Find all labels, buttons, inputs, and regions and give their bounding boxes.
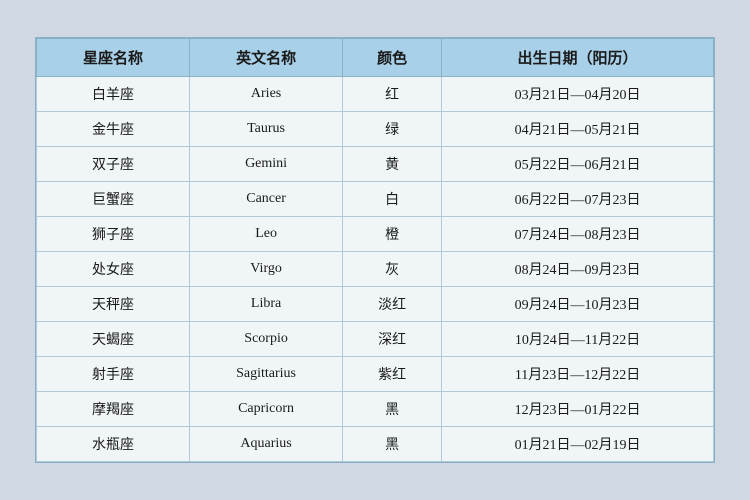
header-en-name: 英文名称 — [190, 39, 343, 77]
cell-zh-name: 白羊座 — [37, 77, 190, 112]
cell-date: 04月21日—05月21日 — [442, 112, 714, 147]
table-row: 水瓶座Aquarius黑01月21日—02月19日 — [37, 427, 714, 462]
cell-color: 红 — [343, 77, 442, 112]
cell-zh-name: 狮子座 — [37, 217, 190, 252]
cell-en-name: Virgo — [190, 252, 343, 287]
zodiac-table-container: 星座名称 英文名称 颜色 出生日期（阳历） 白羊座Aries红03月21日—04… — [35, 37, 715, 463]
table-row: 白羊座Aries红03月21日—04月20日 — [37, 77, 714, 112]
header-date: 出生日期（阳历） — [442, 39, 714, 77]
cell-zh-name: 双子座 — [37, 147, 190, 182]
cell-en-name: Sagittarius — [190, 357, 343, 392]
cell-zh-name: 射手座 — [37, 357, 190, 392]
cell-en-name: Aries — [190, 77, 343, 112]
cell-color: 绿 — [343, 112, 442, 147]
cell-zh-name: 处女座 — [37, 252, 190, 287]
cell-color: 黑 — [343, 392, 442, 427]
cell-date: 01月21日—02月19日 — [442, 427, 714, 462]
cell-color: 橙 — [343, 217, 442, 252]
header-color: 颜色 — [343, 39, 442, 77]
cell-zh-name: 水瓶座 — [37, 427, 190, 462]
cell-color: 黑 — [343, 427, 442, 462]
cell-color: 淡红 — [343, 287, 442, 322]
cell-en-name: Aquarius — [190, 427, 343, 462]
cell-zh-name: 摩羯座 — [37, 392, 190, 427]
cell-date: 03月21日—04月20日 — [442, 77, 714, 112]
cell-color: 白 — [343, 182, 442, 217]
cell-date: 12月23日—01月22日 — [442, 392, 714, 427]
cell-date: 10月24日—11月22日 — [442, 322, 714, 357]
cell-en-name: Taurus — [190, 112, 343, 147]
cell-date: 05月22日—06月21日 — [442, 147, 714, 182]
cell-zh-name: 巨蟹座 — [37, 182, 190, 217]
table-row: 摩羯座Capricorn黑12月23日—01月22日 — [37, 392, 714, 427]
cell-en-name: Scorpio — [190, 322, 343, 357]
cell-color: 黄 — [343, 147, 442, 182]
cell-date: 09月24日—10月23日 — [442, 287, 714, 322]
table-row: 金牛座Taurus绿04月21日—05月21日 — [37, 112, 714, 147]
cell-en-name: Libra — [190, 287, 343, 322]
table-row: 狮子座Leo橙07月24日—08月23日 — [37, 217, 714, 252]
cell-date: 11月23日—12月22日 — [442, 357, 714, 392]
cell-color: 紫红 — [343, 357, 442, 392]
table-row: 巨蟹座Cancer白06月22日—07月23日 — [37, 182, 714, 217]
cell-zh-name: 天秤座 — [37, 287, 190, 322]
zodiac-table: 星座名称 英文名称 颜色 出生日期（阳历） 白羊座Aries红03月21日—04… — [36, 38, 714, 462]
table-row: 天秤座Libra淡红09月24日—10月23日 — [37, 287, 714, 322]
table-row: 天蝎座Scorpio深红10月24日—11月22日 — [37, 322, 714, 357]
cell-en-name: Leo — [190, 217, 343, 252]
cell-color: 深红 — [343, 322, 442, 357]
cell-zh-name: 金牛座 — [37, 112, 190, 147]
cell-en-name: Gemini — [190, 147, 343, 182]
cell-date: 08月24日—09月23日 — [442, 252, 714, 287]
table-header-row: 星座名称 英文名称 颜色 出生日期（阳历） — [37, 39, 714, 77]
cell-en-name: Cancer — [190, 182, 343, 217]
cell-date: 06月22日—07月23日 — [442, 182, 714, 217]
table-row: 射手座Sagittarius紫红11月23日—12月22日 — [37, 357, 714, 392]
table-row: 双子座Gemini黄05月22日—06月21日 — [37, 147, 714, 182]
table-row: 处女座Virgo灰08月24日—09月23日 — [37, 252, 714, 287]
cell-zh-name: 天蝎座 — [37, 322, 190, 357]
cell-color: 灰 — [343, 252, 442, 287]
header-zh-name: 星座名称 — [37, 39, 190, 77]
cell-en-name: Capricorn — [190, 392, 343, 427]
cell-date: 07月24日—08月23日 — [442, 217, 714, 252]
